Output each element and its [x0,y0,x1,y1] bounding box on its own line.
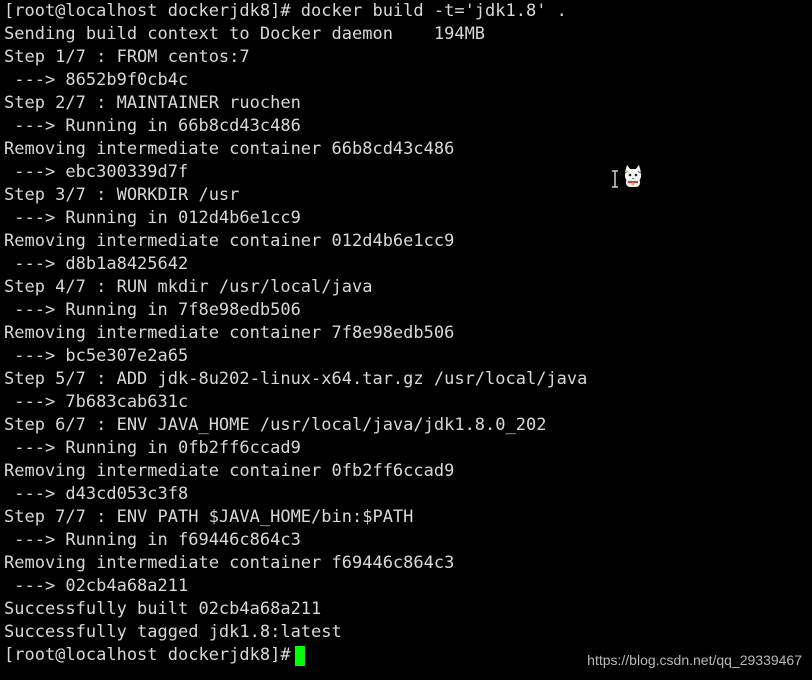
terminal-line: ---> Running in 012d4b6e1cc9 [4,208,301,228]
terminal-line: Step 1/7 : FROM centos:7 [4,47,250,67]
terminal-line: ---> 7b683cab631c [4,392,189,412]
terminal-line: [root@localhost dockerjdk8]# docker buil… [4,1,567,21]
terminal-line: ---> 02cb4a68a211 [4,576,189,596]
terminal-line: ---> ebc300339d7f [4,162,189,182]
terminal-line: Sending build context to Docker daemon 1… [4,24,486,44]
terminal-line: Removing intermediate container 66b8cd43… [4,139,455,159]
terminal-line: Step 5/7 : ADD jdk-8u202-linux-x64.tar.g… [4,369,588,389]
shell-prompt: [root@localhost dockerjdk8]# [4,645,291,665]
terminal-output: [root@localhost dockerjdk8]# docker buil… [4,0,587,667]
text-ibeam-icon [612,170,618,188]
watermark: https://blog.csdn.net/qq_29339467 [587,652,802,668]
terminal-line: Step 6/7 : ENV JAVA_HOME /usr/local/java… [4,415,547,435]
terminal-line: ---> 8652b9f0cb4c [4,70,189,90]
terminal-line: Step 7/7 : ENV PATH $JAVA_HOME/bin:$PATH [4,507,414,527]
terminal-line: Successfully tagged jdk1.8:latest [4,622,342,642]
terminal-line: ---> Running in 0fb2ff6ccad9 [4,438,301,458]
terminal-line: Removing intermediate container 7f8e98ed… [4,323,455,343]
terminal-line: Removing intermediate container f69446c8… [4,553,455,573]
terminal-line: ---> d8b1a8425642 [4,254,189,274]
terminal-line: ---> Running in 66b8cd43c486 [4,116,301,136]
terminal-line: Removing intermediate container 012d4b6e… [4,231,455,251]
terminal-line: Step 2/7 : MAINTAINER ruochen [4,93,301,113]
terminal-line: Step 3/7 : WORKDIR /usr [4,185,240,205]
terminal-line: ---> d43cd053c3f8 [4,484,189,504]
terminal-window[interactable]: [root@localhost dockerjdk8]# docker buil… [0,0,812,680]
terminal-line: Successfully built 02cb4a68a211 [4,599,322,619]
terminal-prompt-line[interactable]: [root@localhost dockerjdk8]# [4,644,587,667]
cat-mascot-icon [625,165,641,187]
terminal-line: ---> Running in f69446c864c3 [4,530,301,550]
terminal-line: ---> Running in 7f8e98edb506 [4,300,301,320]
terminal-line: ---> bc5e307e2a65 [4,346,189,366]
terminal-cursor[interactable] [294,645,305,666]
terminal-line: Removing intermediate container 0fb2ff6c… [4,461,455,481]
terminal-line: Step 4/7 : RUN mkdir /usr/local/java [4,277,373,297]
